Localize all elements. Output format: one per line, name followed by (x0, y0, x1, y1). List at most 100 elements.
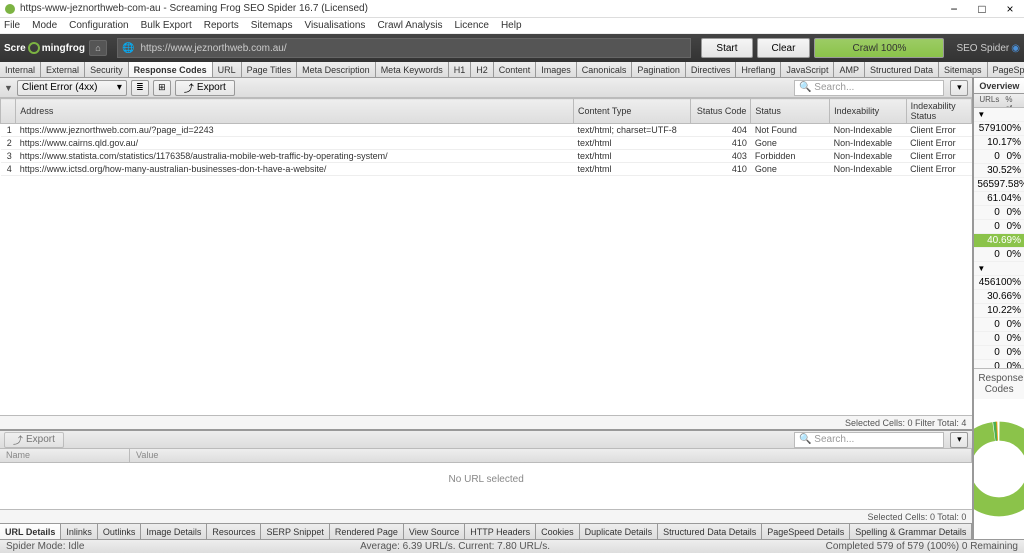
export-button[interactable]: ⤴Export (175, 80, 235, 96)
tab-structured-data[interactable]: Structured Data (865, 62, 939, 77)
close-button[interactable]: × (1000, 2, 1020, 16)
menu-help[interactable]: Help (501, 20, 522, 31)
overview-tree[interactable]: ▼Response CodesAll579100%Blocked by Rob.… (974, 108, 1024, 368)
tab-directives[interactable]: Directives (686, 62, 737, 77)
tab-internal[interactable]: Internal (0, 62, 41, 77)
tree-row[interactable]: Uppercase00% (974, 318, 1024, 332)
tree-row[interactable]: Redirection (Jav...00% (974, 206, 1024, 220)
tab-url[interactable]: URL (213, 62, 242, 77)
maximize-button[interactable]: □ (972, 2, 992, 16)
url-input[interactable]: 🌐 https://www.jeznorthweb.com.au/ (117, 38, 691, 58)
menu-licence[interactable]: Licence (454, 20, 488, 31)
tab-canonicals[interactable]: Canonicals (577, 62, 633, 77)
details-tab-rendered-page[interactable]: Rendered Page (330, 524, 404, 539)
menu-visualisations[interactable]: Visualisations (304, 20, 365, 31)
tab-hreflang[interactable]: Hreflang (736, 62, 781, 77)
col-header[interactable]: Status (751, 99, 830, 124)
tree-row[interactable]: Contains Space00% (974, 360, 1024, 368)
tree-row[interactable]: Client Error (4xx)40.69% (974, 234, 1024, 248)
col-header[interactable]: Indexability (830, 99, 907, 124)
filter-dropdown[interactable]: Client Error (4xx)▾ (17, 80, 127, 96)
tab-security[interactable]: Security (85, 62, 129, 77)
sidebar-tab-overview[interactable]: Overview (974, 78, 1024, 93)
table-row[interactable]: 2https://www.cairns.qld.gov.au/text/html… (1, 137, 972, 150)
details-tab-cookies[interactable]: Cookies (536, 524, 580, 539)
col-header[interactable]: Content Type (573, 99, 690, 124)
tab-external[interactable]: External (41, 62, 85, 77)
tree-row[interactable]: Success (2xx)56597.58% (974, 178, 1024, 192)
menu-sitemaps[interactable]: Sitemaps (251, 20, 293, 31)
tab-sitemaps[interactable]: Sitemaps (939, 62, 988, 77)
tab-amp[interactable]: AMP (834, 62, 865, 77)
details-tab-resources[interactable]: Resources (207, 524, 261, 539)
menu-mode[interactable]: Mode (32, 20, 57, 31)
tree-row[interactable]: No Response30.52% (974, 164, 1024, 178)
tree-row[interactable]: All456100% (974, 276, 1024, 290)
tab-content[interactable]: Content (494, 62, 537, 77)
tree-row[interactable]: Non ASCII Char...30.66% (974, 290, 1024, 304)
details-tab-duplicate-details[interactable]: Duplicate Details (580, 524, 659, 539)
tab-meta-keywords[interactable]: Meta Keywords (376, 62, 449, 77)
export-icon: ⤴ (13, 432, 23, 447)
details-tab-image-details[interactable]: Image Details (141, 524, 207, 539)
menu-crawl analysis[interactable]: Crawl Analysis (377, 20, 442, 31)
col-header[interactable]: Indexability Status (906, 99, 972, 124)
crawl-progress-button[interactable]: Crawl 100% (814, 38, 944, 58)
tree-row[interactable]: Blocked by Rob...10.17% (974, 136, 1024, 150)
tree-row[interactable]: Server Error (5xx)00% (974, 248, 1024, 262)
tree-view-button[interactable]: ⊞ (153, 80, 171, 96)
details-tab-serp-snippet[interactable]: SERP Snippet (261, 524, 329, 539)
tree-row[interactable]: All579100% (974, 122, 1024, 136)
tab-pagespeed[interactable]: PageSpeed (988, 62, 1024, 77)
details-tab-http-headers[interactable]: HTTP Headers (465, 524, 536, 539)
list-view-button[interactable]: ≣ (131, 80, 149, 96)
col-header[interactable]: Status Code (691, 99, 751, 124)
search-settings-button[interactable]: ▾ (950, 80, 968, 96)
details-search-input[interactable]: 🔍 Search... (794, 432, 944, 448)
results-table[interactable]: AddressContent TypeStatus CodeStatusInde… (0, 98, 972, 415)
details-search-settings-button[interactable]: ▾ (950, 432, 968, 448)
home-button[interactable]: ⌂ (89, 40, 107, 56)
tab-meta-description[interactable]: Meta Description (297, 62, 376, 77)
menu-configuration[interactable]: Configuration (69, 20, 128, 31)
menu-bulk export[interactable]: Bulk Export (141, 20, 192, 31)
tree-row[interactable]: Underscores10.22% (974, 304, 1024, 318)
tab-page-titles[interactable]: Page Titles (242, 62, 298, 77)
details-tab-view-source[interactable]: View Source (404, 524, 465, 539)
table-row[interactable]: 3https://www.statista.com/statistics/117… (1, 150, 972, 163)
tree-row[interactable]: ▼Response Codes (974, 108, 1024, 122)
table-row[interactable]: 4https://www.ictsd.org/how-many-australi… (1, 163, 972, 176)
tree-row[interactable]: Redirection (Met...00% (974, 220, 1024, 234)
clear-button[interactable]: Clear (757, 38, 811, 58)
details-tab-pagespeed-details[interactable]: PageSpeed Details (762, 524, 850, 539)
tree-row[interactable]: Blocked Resourcei00% (974, 150, 1024, 164)
details-tab-url-details[interactable]: URL Details (0, 524, 61, 539)
spider-mode-label: Spider Mode: Idle (6, 541, 84, 552)
menu-reports[interactable]: Reports (204, 20, 239, 31)
response-codes-chart (974, 399, 1024, 539)
tab-h2[interactable]: H2 (471, 62, 494, 77)
tree-row[interactable]: Multiple Slashes00% (974, 332, 1024, 346)
details-tab-outlinks[interactable]: Outlinks (98, 524, 142, 539)
details-tab-structured-data-details[interactable]: Structured Data Details (658, 524, 762, 539)
details-tab-inlinks[interactable]: Inlinks (61, 524, 98, 539)
col-header[interactable] (1, 99, 16, 124)
tab-response-codes[interactable]: Response Codes (129, 62, 213, 77)
tab-h1[interactable]: H1 (449, 62, 472, 77)
tree-row[interactable]: Redirection (3xx)61.04% (974, 192, 1024, 206)
col-header[interactable]: Address (16, 99, 574, 124)
search-input[interactable]: 🔍 Search... (794, 80, 944, 96)
col-urls: URLs (976, 94, 1002, 107)
details-content: Name Value No URL selected (0, 449, 972, 509)
tab-javascript[interactable]: JavaScript (781, 62, 834, 77)
tree-row[interactable]: Repetitive Path00% (974, 346, 1024, 360)
start-button[interactable]: Start (701, 38, 752, 58)
minimize-button[interactable]: − (944, 2, 964, 16)
tab-pagination[interactable]: Pagination (632, 62, 686, 77)
table-row[interactable]: 1https://www.jeznorthweb.com.au/?page_id… (1, 124, 972, 137)
details-tab-spelling-&-grammar-details[interactable]: Spelling & Grammar Details (850, 524, 972, 539)
tree-row[interactable]: ▼URL (974, 262, 1024, 276)
tab-images[interactable]: Images (536, 62, 577, 77)
menu-file[interactable]: File (4, 20, 20, 31)
details-export-button[interactable]: ⤴Export (4, 432, 64, 448)
